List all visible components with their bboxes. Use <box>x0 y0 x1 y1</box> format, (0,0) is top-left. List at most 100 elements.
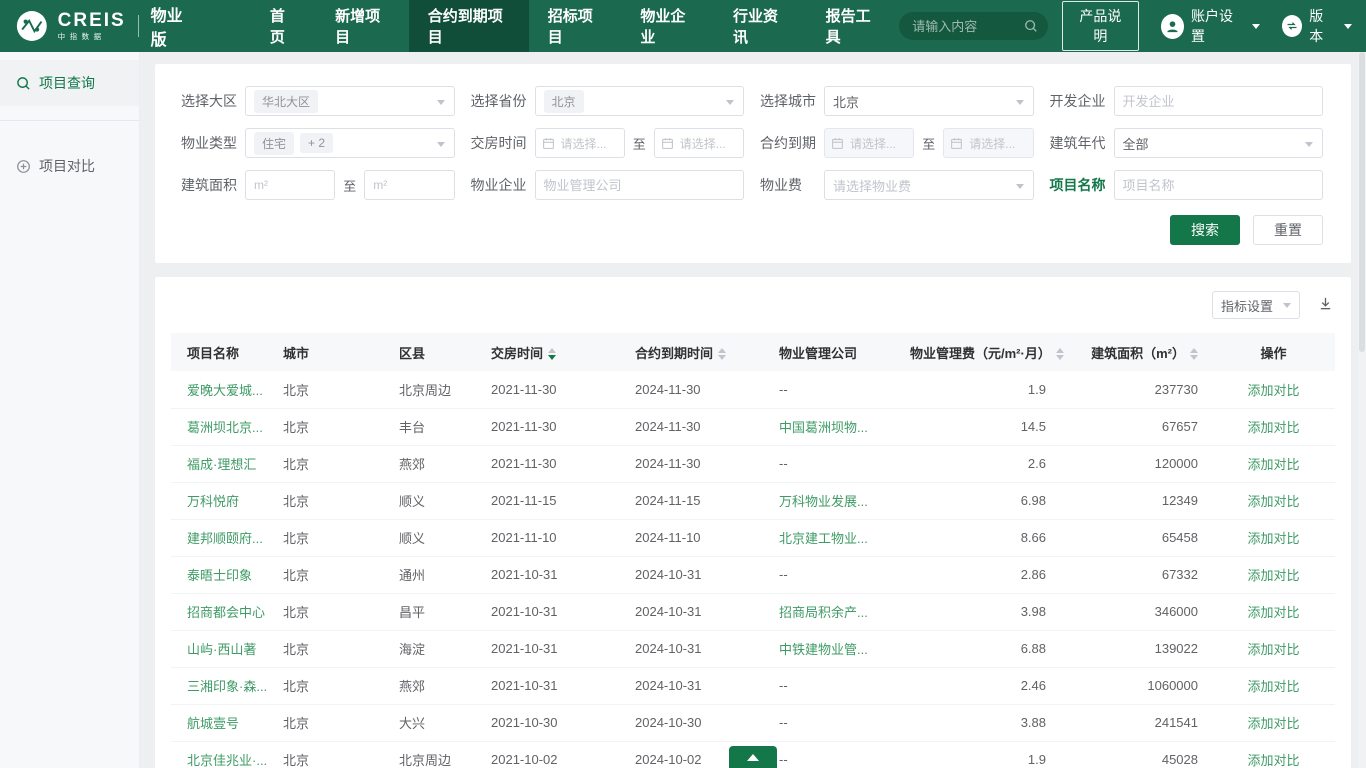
creis-logo-icon <box>16 8 48 44</box>
nav-item-home[interactable]: 首页 <box>251 0 316 52</box>
add-compare-link[interactable]: 添加对比 <box>1247 383 1299 398</box>
search-icon[interactable] <box>1024 19 1038 33</box>
company-link[interactable]: 招商局积余产... <box>779 605 868 620</box>
build-year-select[interactable]: 全部 <box>1114 128 1324 158</box>
city-cell: 北京 <box>275 667 391 704</box>
contract-expiry-from-datepicker[interactable]: 请选择... <box>824 128 914 158</box>
contract-expiry-label: 合约到期 <box>760 133 824 153</box>
nav-item-industry-news[interactable]: 行业资讯 <box>714 0 807 52</box>
project-link[interactable]: 北京佳兆业·... <box>187 753 267 768</box>
version-dropdown[interactable]: 版本 <box>1282 6 1352 46</box>
add-compare-link[interactable]: 添加对比 <box>1247 716 1299 731</box>
city-cell: 北京 <box>275 630 391 667</box>
area-max-input[interactable] <box>373 178 445 192</box>
sort-icon[interactable] <box>1056 348 1064 360</box>
arrow-up-icon <box>747 754 759 761</box>
sort-icon[interactable] <box>718 348 726 360</box>
column-header-delivery[interactable]: 交房时间 <box>483 333 627 371</box>
edition-label: 物业版 <box>151 2 193 50</box>
version-badge <box>1282 15 1302 37</box>
date-placeholder: 请选择... <box>969 135 1015 152</box>
add-compare-link[interactable]: 添加对比 <box>1247 531 1299 546</box>
company-link[interactable]: 万科物业发展... <box>779 494 868 509</box>
search-button[interactable]: 搜索 <box>1170 215 1240 245</box>
pm-fee-label: 物业费 <box>760 175 824 195</box>
indicator-settings-label: 指标设置 <box>1221 296 1273 315</box>
account-settings-label: 账户设置 <box>1191 6 1243 46</box>
add-compare-link[interactable]: 添加对比 <box>1247 494 1299 509</box>
project-link[interactable]: 万科悦府 <box>187 494 239 509</box>
add-compare-link[interactable]: 添加对比 <box>1247 605 1299 620</box>
nav-item-contract-expiry-projects[interactable]: 合约到期项目 <box>409 0 529 52</box>
column-header-fee[interactable]: 物业管理费（元/m²·月） <box>902 333 1060 371</box>
project-link[interactable]: 三湘印象·森... <box>187 679 267 694</box>
user-icon <box>1165 19 1180 34</box>
city-value: 北京 <box>833 92 859 111</box>
indicator-settings-select[interactable]: 指标设置 <box>1212 291 1300 319</box>
delivery-from-datepicker[interactable]: 请选择... <box>535 128 625 158</box>
project-name-cell: 泰晤士印象 <box>171 556 275 593</box>
district-cell: 燕郊 <box>391 445 483 482</box>
project-link[interactable]: 建邦顺颐府... <box>187 531 263 546</box>
project-name-input[interactable] <box>1123 178 1315 193</box>
product-info-button[interactable]: 产品说明 <box>1062 1 1139 51</box>
global-search-box[interactable] <box>899 12 1048 40</box>
project-link[interactable]: 泰晤士印象 <box>187 568 252 583</box>
project-link[interactable]: 福成·理想汇 <box>187 457 256 472</box>
area-min-input[interactable] <box>254 178 326 192</box>
property-type-select[interactable]: 住宅 + 2 <box>245 128 455 158</box>
company-link[interactable]: 中国葛洲坝物... <box>779 420 868 435</box>
add-compare-link[interactable]: 添加对比 <box>1247 457 1299 472</box>
contract-expiry-to-datepicker[interactable]: 请选择... <box>943 128 1033 158</box>
global-search-input[interactable] <box>912 19 1024 34</box>
download-button[interactable] <box>1316 294 1335 316</box>
region-select[interactable]: 华北大区 <box>245 86 455 116</box>
province-select[interactable]: 北京 <box>535 86 745 116</box>
delivery-date-cell: 2021-10-31 <box>483 667 627 704</box>
reset-button[interactable]: 重置 <box>1253 215 1323 245</box>
table-row: 万科悦府北京顺义2021-11-152024-11-15万科物业发展...6.9… <box>171 482 1335 519</box>
table-row: 招商都会中心北京昌平2021-10-312024-10-31招商局积余产...3… <box>171 593 1335 630</box>
sort-icon[interactable] <box>1190 348 1198 360</box>
nav-item-property-companies[interactable]: 物业企业 <box>621 0 714 52</box>
page-scrollbar[interactable] <box>1358 52 1366 768</box>
account-settings-dropdown[interactable]: 账户设置 <box>1161 6 1260 46</box>
sidebar-item-project-search[interactable]: 项目查询 <box>0 60 139 106</box>
city-cell: 北京 <box>275 704 391 741</box>
pm-fee-select[interactable]: 请选择物业费 <box>824 170 1034 200</box>
project-link[interactable]: 航城壹号 <box>187 716 239 731</box>
add-compare-link[interactable]: 添加对比 <box>1247 420 1299 435</box>
column-header-area[interactable]: 建筑面积（m²） <box>1060 333 1212 371</box>
nav-item-new-projects[interactable]: 新增项目 <box>316 0 409 52</box>
district-cell: 顺义 <box>391 482 483 519</box>
project-link[interactable]: 葛洲坝北京... <box>187 420 263 435</box>
nav-item-bidding-projects[interactable]: 招标项目 <box>529 0 622 52</box>
sidebar-item-project-compare[interactable]: 项目对比 <box>0 143 139 189</box>
project-link[interactable]: 山屿·西山著 <box>187 642 256 657</box>
project-link[interactable]: 招商都会中心 <box>187 605 265 620</box>
add-compare-link[interactable]: 添加对比 <box>1247 753 1299 768</box>
add-compare-link[interactable]: 添加对比 <box>1247 642 1299 657</box>
area-cell: 346000 <box>1060 593 1212 630</box>
project-link[interactable]: 爱晚大爱城... <box>187 383 263 398</box>
nav-item-report-tools[interactable]: 报告工具 <box>807 0 900 52</box>
developer-input[interactable] <box>1123 94 1315 109</box>
fee-cell: 8.66 <box>902 519 1060 556</box>
pm-company-input[interactable] <box>544 178 736 193</box>
sort-icon[interactable] <box>548 348 556 360</box>
back-to-top-button[interactable] <box>729 746 777 768</box>
company-link[interactable]: 中铁建物业管... <box>779 642 868 657</box>
action-cell: 添加对比 <box>1212 593 1335 630</box>
delivery-to-datepicker[interactable]: 请选择... <box>654 128 744 158</box>
city-select[interactable]: 北京 <box>824 86 1034 116</box>
logo[interactable]: CREIS 中指数据 物业版 <box>16 2 193 50</box>
table-body: 爱晚大爱城...北京北京周边2021-11-302024-11-30--1.92… <box>171 371 1335 768</box>
city-cell: 北京 <box>275 741 391 768</box>
company-link[interactable]: 北京建工物业... <box>779 531 868 546</box>
area-cell: 12349 <box>1060 482 1212 519</box>
column-header-expiry[interactable]: 合约到期时间 <box>627 333 771 371</box>
region-label: 选择大区 <box>181 91 245 111</box>
add-compare-link[interactable]: 添加对比 <box>1247 679 1299 694</box>
scrollbar-thumb[interactable] <box>1359 52 1365 352</box>
add-compare-link[interactable]: 添加对比 <box>1247 568 1299 583</box>
